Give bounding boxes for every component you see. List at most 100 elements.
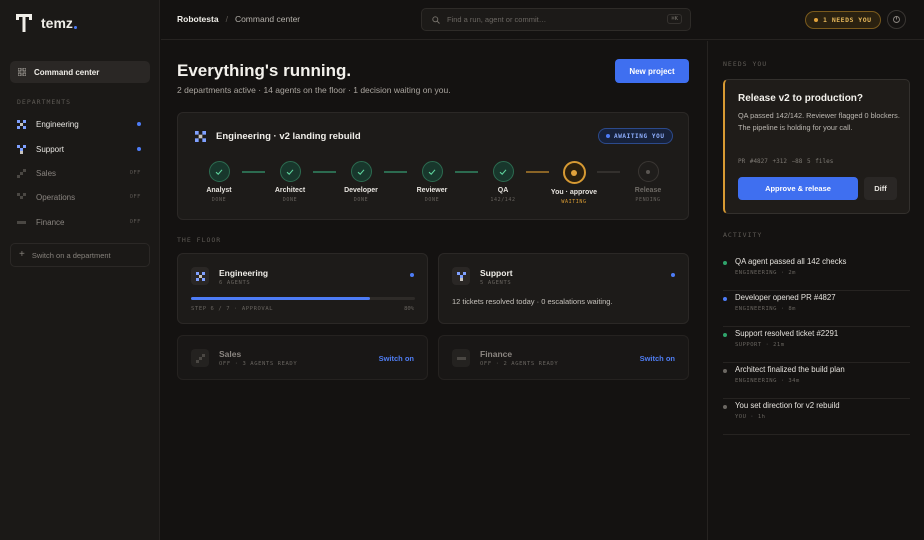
activity-dot — [723, 333, 727, 337]
temz-logo-icon — [16, 14, 32, 32]
diff-button[interactable]: Diff — [864, 177, 897, 200]
switch-on-sales-button[interactable]: Switch on — [379, 354, 414, 363]
card-percent: 80% — [404, 306, 414, 312]
stage-name: You · approve — [550, 189, 598, 196]
right-panel: NEEDS YOU Release v2 to production? QA p… — [707, 41, 924, 540]
search-shortcut: ⌘K — [667, 14, 682, 24]
active-indicator — [410, 273, 414, 277]
card-description: 12 tickets resolved today · 0 escalation… — [452, 297, 613, 306]
support-icon — [452, 267, 470, 285]
pipeline-stage[interactable]: You · approve WAITING — [544, 161, 604, 205]
pipeline-stage[interactable]: Release PENDING — [618, 161, 678, 203]
brand-dot — [73, 25, 77, 29]
stage-name: Reviewer — [416, 187, 448, 194]
sidebar-item-label: Finance — [36, 217, 65, 227]
switch-on-finance-button[interactable]: Switch on — [640, 354, 675, 363]
power-icon — [893, 16, 900, 23]
active-indicator — [671, 273, 675, 277]
activity-meta: ENGINEERING · 8m — [735, 306, 796, 312]
release-decision-card: Release v2 to production? QA passed 142/… — [723, 79, 910, 214]
sidebar-item-finance[interactable]: Finance OFF — [17, 214, 145, 230]
activity-text: Support resolved ticket #2291 — [735, 329, 839, 338]
new-project-button[interactable]: New project — [615, 59, 689, 83]
engineering-icon — [195, 131, 206, 142]
release-title: Release v2 to production? — [738, 93, 864, 104]
pipeline-stage[interactable]: Reviewer DONE — [402, 161, 462, 203]
pipeline-stage[interactable]: QA 142/142 — [473, 161, 533, 203]
progress-bar — [191, 297, 415, 300]
activity-heading: ACTIVITY — [723, 231, 763, 239]
activity-meta: SUPPORT · 21m — [735, 342, 785, 348]
activity-text: Developer opened PR #4827 — [735, 293, 836, 302]
pipeline-stage[interactable]: Developer DONE — [331, 161, 391, 203]
operations-icon — [17, 192, 26, 199]
stage-name: Architect — [274, 187, 306, 194]
needs-you-dot — [814, 18, 818, 22]
card-step: STEP 6 / 7 · APPROVAL — [191, 306, 274, 312]
floor-card-sales[interactable]: Sales OFF · 3 AGENTS READY Switch on — [177, 335, 428, 380]
floor-card-engineering[interactable]: Engineering 6 AGENTS STEP 6 / 7 · APPROV… — [177, 253, 428, 324]
settings-button[interactable] — [887, 10, 906, 29]
card-title: Engineering — [219, 268, 269, 278]
pipeline-stage[interactable]: Architect DONE — [260, 161, 320, 203]
sidebar-item-sales[interactable]: Sales OFF — [17, 165, 145, 181]
off-tag: OFF — [129, 194, 141, 200]
topbar: Robotesta / Command center Find a run, a… — [161, 0, 924, 40]
stage-status: DONE — [211, 197, 227, 203]
floor-card-finance[interactable]: Finance OFF · 2 AGENTS READY Switch on — [438, 335, 689, 380]
breadcrumb-org[interactable]: Robotesta — [177, 14, 219, 24]
activity-dot — [723, 369, 727, 373]
check-icon — [492, 161, 514, 182]
waiting-icon — [562, 161, 586, 184]
activity-text: You set direction for v2 rebuild — [735, 401, 840, 410]
sidebar-item-support[interactable]: Support — [17, 141, 145, 157]
activity-text: Architect finalized the build plan — [735, 365, 845, 374]
release-meta: PR #4827 +312 −88 5 files — [738, 158, 834, 165]
activity-item[interactable]: You set direction for v2 rebuild YOU · 1h — [723, 399, 910, 435]
off-tag: OFF — [129, 170, 141, 176]
finance-icon — [17, 220, 26, 224]
check-icon — [421, 161, 443, 182]
activity-text: QA agent passed all 142 checks — [735, 257, 847, 266]
activity-item[interactable]: Developer opened PR #4827 ENGINEERING · 8… — [723, 291, 910, 327]
departments-heading: DEPARTMENTS — [17, 98, 72, 106]
main-content: Everything's running. 2 departments acti… — [161, 41, 706, 540]
active-indicator — [137, 147, 141, 151]
sidebar-item-engineering[interactable]: Engineering — [17, 116, 145, 132]
logo[interactable]: temz — [16, 14, 77, 32]
activity-item[interactable]: QA agent passed all 142 checks ENGINEERIN… — [723, 255, 910, 291]
pipeline-stage[interactable]: Analyst DONE — [189, 161, 249, 203]
pipeline-card[interactable]: Engineering · v2 landing rebuild AWAITIN… — [177, 112, 689, 220]
floor-card-support[interactable]: Support 5 AGENTS 12 tickets resolved tod… — [438, 253, 689, 324]
search-input[interactable]: Find a run, agent or commit… ⌘K — [421, 8, 691, 31]
finance-icon — [452, 349, 470, 367]
switch-on-department-label: Switch on a department — [31, 250, 111, 260]
breadcrumb-page: Command center — [234, 14, 301, 24]
awaiting-badge: AWAITING YOU — [598, 128, 673, 144]
page-title: Everything's running. — [177, 61, 352, 80]
awaiting-dot — [606, 134, 610, 138]
activity-dot — [723, 297, 727, 301]
activity-item[interactable]: Support resolved ticket #2291 SUPPORT · 2… — [723, 327, 910, 363]
stage-status: WAITING — [561, 199, 587, 205]
sidebar-item-operations[interactable]: Operations OFF — [17, 189, 145, 205]
floor-heading: THE FLOOR — [177, 236, 222, 244]
switch-on-department-button[interactable]: + Switch on a department — [10, 243, 150, 267]
brand-name: temz — [41, 15, 73, 31]
stage-status: PENDING — [635, 197, 661, 203]
grid-icon — [18, 68, 26, 76]
stage-name: Release — [634, 187, 662, 194]
active-indicator — [137, 122, 141, 126]
activity-item[interactable]: Architect finalized the build plan ENGINE… — [723, 363, 910, 399]
approve-release-button[interactable]: Approve & release — [738, 177, 858, 200]
sales-icon — [191, 349, 209, 367]
stage-status: DONE — [424, 197, 440, 203]
card-meta: OFF · 2 AGENTS READY — [480, 361, 559, 367]
engineering-icon — [17, 119, 26, 129]
page-subtitle: 2 departments active · 14 agents on the … — [177, 85, 451, 95]
stage-status: DONE — [353, 197, 369, 203]
search-placeholder: Find a run, agent or commit… — [447, 15, 547, 24]
activity-meta: YOU · 1h — [735, 414, 766, 420]
needs-you-badge[interactable]: 1 NEEDS YOU — [805, 11, 881, 29]
nav-command-center[interactable]: Command center — [10, 61, 150, 83]
